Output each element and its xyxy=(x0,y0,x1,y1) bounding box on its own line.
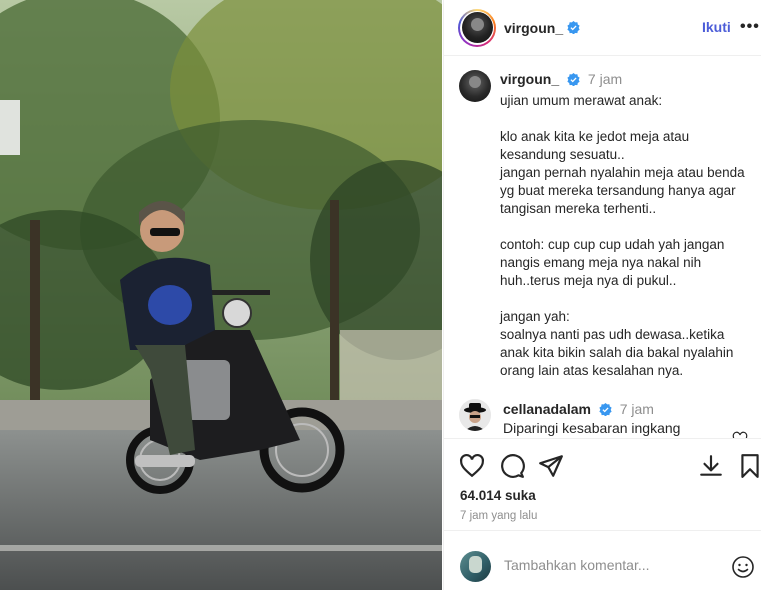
caption-text: ujian umum merawat anak: klo anak kita k… xyxy=(500,93,745,378)
caption-time[interactable]: 7 jam xyxy=(588,71,622,87)
comment-icon[interactable] xyxy=(499,453,525,479)
comments-list[interactable]: virgoun_ 7 jam ujian umum merawat anak: … xyxy=(444,57,761,438)
header-username[interactable]: virgoun_ xyxy=(504,20,563,36)
avatar-hat-image xyxy=(459,399,491,431)
post-timestamp[interactable]: 7 jam yang lalu xyxy=(460,510,537,522)
verified-badge-icon xyxy=(599,403,612,416)
add-comment-bar xyxy=(444,530,761,590)
avatar[interactable] xyxy=(461,12,493,43)
caption-username[interactable]: virgoun_ xyxy=(500,71,559,87)
share-icon[interactable] xyxy=(538,453,564,479)
action-bar: 64.014 suka 7 jam yang lalu xyxy=(444,438,761,528)
post-header: virgoun_ Ikuti ••• xyxy=(444,0,761,56)
comment-text: Diparingi kesabaran ingkang xyxy=(503,420,681,436)
post-photo xyxy=(0,0,442,590)
heart-icon[interactable] xyxy=(459,453,485,479)
comment-time[interactable]: 7 jam xyxy=(620,401,654,417)
follow-button[interactable]: Ikuti xyxy=(702,19,731,35)
motorcycle-rider-image xyxy=(0,0,442,590)
post-detail-panel: virgoun_ Ikuti ••• virgoun_ 7 jam ujian … xyxy=(443,0,761,590)
download-icon[interactable] xyxy=(698,453,724,479)
like-count[interactable]: 64.014 suka xyxy=(460,488,536,503)
comment-username[interactable]: cellanadalam xyxy=(503,401,591,417)
avatar xyxy=(460,551,491,582)
bookmark-icon[interactable] xyxy=(737,453,761,479)
comment-header: cellanadalam 7 jam xyxy=(503,401,654,417)
avatar[interactable] xyxy=(459,70,491,102)
verified-badge-icon xyxy=(567,21,580,34)
emoji-icon[interactable] xyxy=(731,555,755,579)
comment-input[interactable] xyxy=(504,557,724,573)
caption-header: virgoun_ 7 jam xyxy=(500,71,622,87)
heart-icon[interactable] xyxy=(732,431,748,438)
more-options-icon[interactable]: ••• xyxy=(740,18,760,36)
avatar[interactable] xyxy=(459,399,491,431)
verified-badge-icon xyxy=(567,73,580,86)
story-ring[interactable] xyxy=(458,8,496,47)
